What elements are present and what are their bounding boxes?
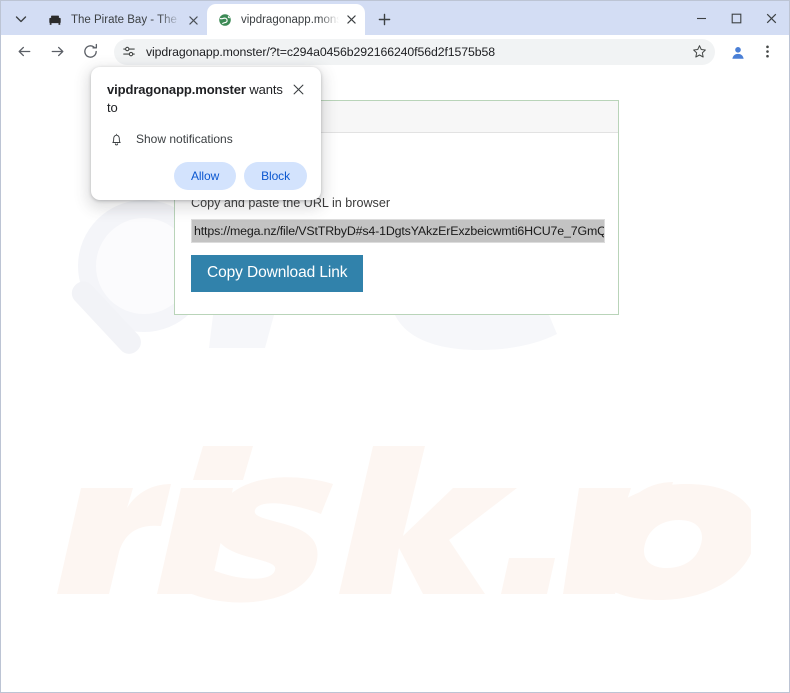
permission-title: vipdragonapp.monster wants to [107,81,289,117]
allow-button[interactable]: Allow [173,162,237,190]
permission-request-row: Show notifications [107,130,307,148]
maximize-icon[interactable] [719,1,754,35]
browser-window: The Pirate Bay - The galaxy's m vipdrago… [0,0,790,693]
notification-permission-dialog: vipdragonapp.monster wants to Show notif… [91,67,321,200]
tab-title: The Pirate Bay - The galaxy's m [71,14,181,26]
copy-download-link-button[interactable]: Copy Download Link [191,255,364,292]
tab-title: vipdragonapp.monster/?t=c294 [241,13,339,26]
new-tab-icon[interactable] [371,6,397,32]
address-bar[interactable]: vipdragonapp.monster/?t=c294a0456b292166… [114,38,715,65]
tab-vipdragonapp[interactable]: vipdragonapp.monster/?t=c294 [207,4,365,35]
permission-actions: Allow Block [107,162,307,190]
globe-icon [217,12,233,28]
back-arrow-icon[interactable] [10,38,38,66]
download-url-text[interactable]: https://mega.nz/file/VStTRbyD#s4-1DgtsYA… [192,220,604,242]
address-bar-text[interactable]: vipdragonapp.monster/?t=c294a0456b292166… [140,45,687,59]
block-button[interactable]: Block [244,162,307,190]
permission-request-label: Show notifications [136,132,233,146]
permission-origin: vipdragonapp.monster [107,82,246,97]
three-dot-menu-icon[interactable] [754,39,780,65]
bell-icon [107,130,125,148]
pirate-bay-icon [47,12,63,28]
close-icon[interactable] [754,1,789,35]
site-settings-tune-icon[interactable] [118,41,140,63]
download-url-field[interactable]: https://mega.nz/file/VStTRbyD#s4-1DgtsYA… [191,219,605,243]
browser-toolbar: vipdragonapp.monster/?t=c294a0456b292166… [1,35,789,68]
close-icon[interactable] [289,80,307,98]
profile-avatar-icon[interactable] [725,39,751,65]
forward-arrow-icon[interactable] [43,38,71,66]
permission-title-row: vipdragonapp.monster wants to [107,81,307,117]
window-controls [684,1,789,35]
star-icon[interactable] [687,40,711,64]
close-tab-icon[interactable] [185,12,201,28]
tab-search-icon[interactable] [7,6,35,32]
tab-pirate-bay[interactable]: The Pirate Bay - The galaxy's m [37,5,207,35]
close-tab-icon[interactable] [343,12,359,28]
tab-strip: The Pirate Bay - The galaxy's m vipdrago… [1,1,789,35]
minimize-icon[interactable] [684,1,719,35]
reload-icon[interactable] [76,38,104,66]
